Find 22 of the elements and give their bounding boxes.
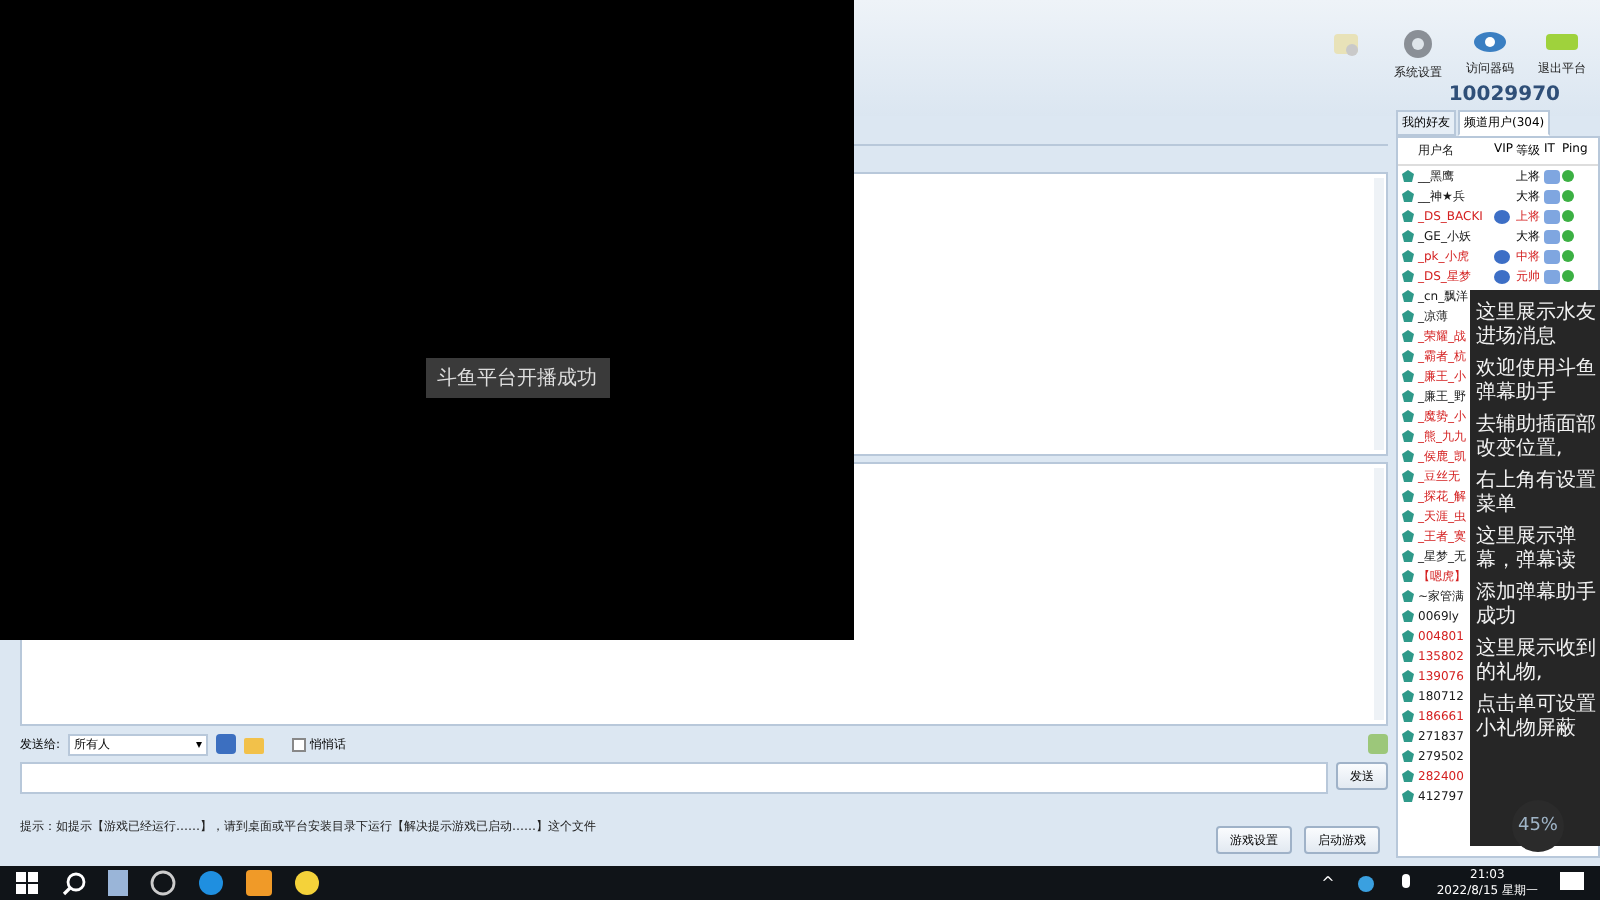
browser-icon[interactable] [198, 870, 224, 896]
font-icon[interactable] [216, 734, 237, 754]
assistant-message: 去辅助插面部改变位置, [1476, 414, 1596, 462]
settings-icon [1402, 28, 1434, 60]
assistant-message: 欢迎使用斗鱼弹幕助手 [1476, 358, 1596, 406]
search-icon[interactable] [62, 871, 86, 895]
assistant-message: 点击单可设置小礼物屏蔽 [1476, 694, 1596, 742]
app-icon[interactable] [294, 870, 320, 896]
microphone-icon[interactable] [1398, 873, 1415, 893]
eye-icon [1472, 28, 1508, 56]
assistant-message: 添加弹幕助手成功 [1476, 582, 1596, 630]
tray-chevron[interactable]: ^ [1321, 874, 1335, 892]
start-icon[interactable] [16, 871, 40, 895]
message-input[interactable] [20, 762, 1328, 794]
assistant-message: 右上角有设置菜单 [1476, 470, 1596, 518]
network-icon[interactable] [1356, 873, 1377, 893]
assistant-message: 这里展示水友进场消息 [1476, 302, 1596, 350]
account-number: 10029970 [1448, 84, 1560, 106]
toast-message: 斗鱼平台开播成功 [425, 357, 609, 397]
notification-icon[interactable] [1560, 872, 1584, 894]
assistant-message: 这里展示收到的礼物, [1476, 638, 1596, 686]
assistant-message: 这里展示弹幕，弹幕读 [1476, 526, 1578, 574]
